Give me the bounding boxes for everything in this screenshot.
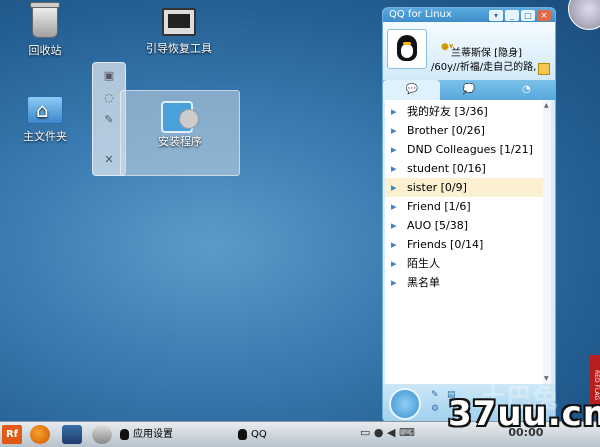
signature[interactable]: /60y//祈福/走自己的路, — [431, 58, 536, 73]
search-icon[interactable]: ✎ — [431, 390, 441, 400]
qq-tabs: 💬 💭 ◔ — [383, 80, 555, 100]
desktop-icon-boot-recovery[interactable]: 引导恢复工具 — [134, 8, 224, 56]
penguin-icon — [120, 428, 129, 440]
task-qq[interactable]: QQ — [238, 425, 267, 444]
desktop-icon-home-folder[interactable]: 主文件夹 — [0, 96, 90, 144]
tools-icon[interactable] — [92, 425, 112, 444]
settings-icon[interactable]: ⚙ — [431, 404, 441, 414]
contact-group-list: 我的好友 [3/36] Brother [0/26] DND Colleague… — [385, 100, 551, 384]
scroll-up-icon[interactable]: ▲ — [544, 102, 549, 109]
widget-resize-icon[interactable]: ▣ — [101, 69, 117, 83]
qq-tray-icon[interactable]: ● — [374, 426, 384, 439]
contact-group-selected[interactable]: sister [0/9] — [385, 178, 551, 197]
qq-main-menu-button[interactable] — [389, 388, 421, 420]
close-button[interactable]: ✕ — [537, 10, 551, 21]
task-label: 应用设置 — [133, 429, 173, 440]
widget-rotate-icon[interactable]: ◌ — [101, 91, 117, 105]
installer-label: 安装程序 — [158, 135, 202, 148]
contact-group[interactable]: Friend [1/6] — [385, 197, 551, 216]
widget-settings-icon[interactable]: ✎ — [101, 113, 117, 127]
trash-icon — [30, 2, 60, 38]
qq-titlebar[interactable]: QQ for Linux ▾ _ □ ✕ — [383, 8, 555, 22]
contact-group[interactable]: 我的好友 [3/36] — [385, 102, 551, 121]
qq-window: QQ for Linux ▾ _ □ ✕ ●▾ 兰蒂斯保 [隐身] /60y//祈福/… — [382, 7, 556, 423]
show-desktop-icon[interactable] — [62, 425, 82, 444]
tab-groups[interactable]: 💭 — [440, 80, 497, 100]
volume-icon[interactable]: ◀ — [387, 426, 395, 439]
desktop-icon-label: 引导恢复工具 — [146, 42, 212, 55]
nickname: 兰蒂斯保 [隐身] — [451, 48, 522, 59]
profile-tool-icon[interactable] — [538, 63, 550, 75]
avatar[interactable] — [387, 29, 427, 69]
home-folder-icon — [27, 96, 63, 124]
start-menu-button[interactable]: Rf — [2, 425, 22, 444]
minimize-button[interactable]: _ — [505, 10, 519, 21]
desktop-icon-label: 回收站 — [28, 44, 62, 57]
site-logo: 37uu.cn — [448, 394, 600, 434]
scrollbar[interactable]: ▲ ▼ — [543, 100, 551, 384]
monitor-icon — [162, 8, 196, 36]
task-app-settings[interactable]: 应用设置 — [120, 425, 173, 444]
network-icon[interactable]: ▭ — [360, 426, 370, 439]
window-title: QQ for Linux — [389, 9, 452, 20]
maximize-button[interactable]: □ — [521, 10, 535, 21]
window-menu-button[interactable]: ▾ — [489, 10, 503, 21]
desktop-icon-label: 主文件夹 — [23, 130, 67, 143]
desktop-orb-icon[interactable] — [568, 0, 600, 30]
desktop-icon-trash[interactable]: 回收站 — [0, 2, 90, 58]
contact-group[interactable]: Brother [0/26] — [385, 121, 551, 140]
task-label: QQ — [251, 429, 267, 440]
qq-profile-area: ●▾ 兰蒂斯保 [隐身] /60y//祈福/走自己的路, — [383, 22, 555, 80]
contact-group[interactable]: 陌生人 — [385, 254, 551, 273]
contact-group[interactable]: 黑名单 — [385, 273, 551, 292]
contact-group[interactable]: Friends [0/14] — [385, 235, 551, 254]
tab-contacts[interactable]: 💬 — [383, 80, 441, 100]
penguin-icon — [397, 35, 417, 61]
contact-group[interactable]: DND Colleagues [1/21] — [385, 140, 551, 159]
firefox-icon[interactable] — [30, 425, 50, 444]
contact-group[interactable]: student [0/16] — [385, 159, 551, 178]
penguin-icon — [238, 428, 247, 440]
installer-widget[interactable]: 安装程序 — [120, 90, 240, 176]
disc-icon — [179, 109, 199, 129]
keyboard-icon[interactable]: ⌨ — [399, 426, 415, 439]
tab-recent[interactable]: ◔ — [498, 80, 555, 100]
contact-group[interactable]: AUO [5/38] — [385, 216, 551, 235]
widget-close-icon[interactable]: ✕ — [101, 153, 117, 167]
